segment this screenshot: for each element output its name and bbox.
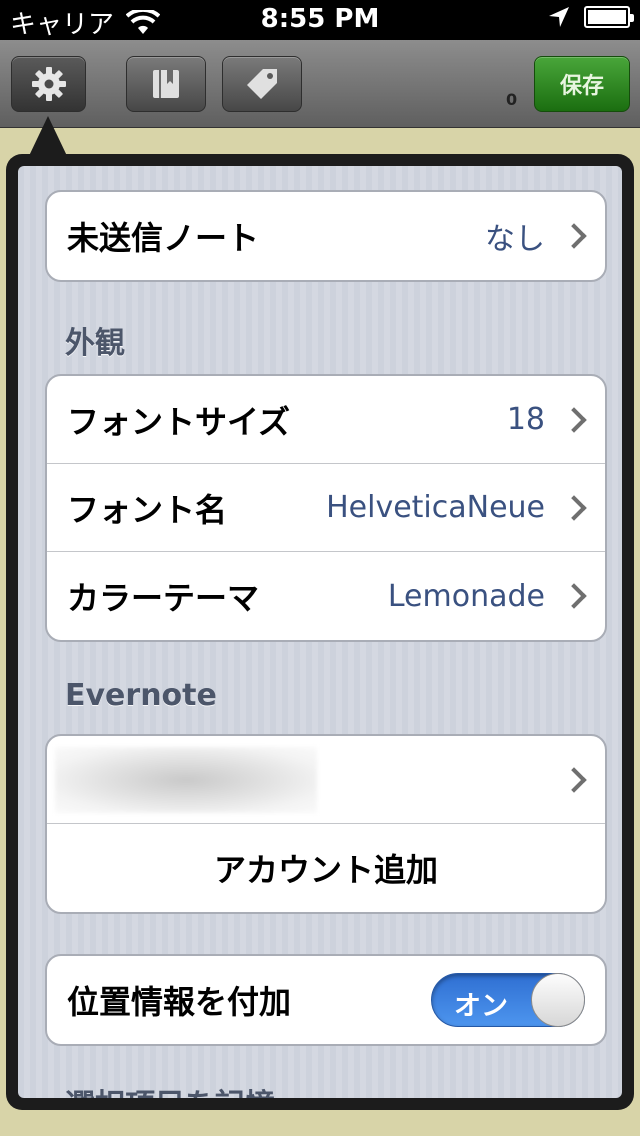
status-bar: キャリア 8:55 PM xyxy=(0,0,640,40)
tag-icon xyxy=(247,69,277,99)
appearance-group: フォントサイズ 18 フォント名 HelveticaNeue カラーテーマ Le… xyxy=(45,374,607,642)
note-count: 0 xyxy=(506,90,518,109)
chevron-right-icon xyxy=(565,494,585,522)
unsent-notes-value: なし xyxy=(485,222,545,257)
unsent-group: 未送信ノート なし xyxy=(45,190,607,282)
chevron-right-icon xyxy=(565,582,585,610)
font-name-row[interactable]: フォント名 HelveticaNeue xyxy=(47,464,605,552)
status-time: 8:55 PM xyxy=(260,4,380,34)
unsent-notes-row[interactable]: 未送信ノート なし xyxy=(47,192,605,280)
location-group: 位置情報を付加 オン xyxy=(45,954,607,1046)
unsent-notes-label: 未送信ノート xyxy=(67,219,260,257)
font-size-label: フォントサイズ xyxy=(67,402,291,441)
account-name-redacted xyxy=(55,746,317,813)
location-row: 位置情報を付加 オン xyxy=(47,956,605,1044)
font-name-label: フォント名 xyxy=(67,490,228,529)
toggle-on-text: オン xyxy=(454,991,508,1022)
location-label: 位置情報を付加 xyxy=(67,983,292,1021)
font-size-value: 18 xyxy=(506,402,545,437)
status-right xyxy=(548,6,634,28)
notebook-button[interactable] xyxy=(126,56,206,112)
color-theme-label: カラーテーマ xyxy=(67,579,260,617)
tag-button[interactable] xyxy=(222,56,302,112)
remember-selection-header: 選択項目を記憶 xyxy=(65,1080,275,1098)
chevron-right-icon xyxy=(565,222,585,250)
chevron-right-icon xyxy=(565,406,585,434)
toolbar: 保存 xyxy=(0,40,640,128)
battery-icon xyxy=(584,6,634,28)
popover-arrow xyxy=(28,116,68,158)
evernote-header: Evernote xyxy=(65,678,217,713)
color-theme-value: Lemonade xyxy=(387,578,545,614)
font-size-row[interactable]: フォントサイズ 18 xyxy=(47,376,605,464)
toggle-knob xyxy=(531,973,585,1027)
book-icon xyxy=(153,70,179,98)
settings-panel: 未送信ノート なし 外観 フォントサイズ 18 フォント名 HelveticaN… xyxy=(18,166,622,1098)
evernote-group: アカウント追加 xyxy=(45,734,607,914)
settings-button[interactable] xyxy=(11,56,86,112)
location-arrow-icon xyxy=(549,7,569,27)
gear-icon xyxy=(31,67,66,101)
account-row[interactable] xyxy=(47,736,605,824)
font-name-value: HelveticaNeue xyxy=(326,490,545,525)
location-toggle[interactable]: オン xyxy=(431,973,585,1027)
save-button[interactable]: 保存 xyxy=(534,56,630,112)
chevron-right-icon xyxy=(565,766,585,794)
color-theme-row[interactable]: カラーテーマ Lemonade xyxy=(47,552,605,640)
settings-popover: 未送信ノート なし 外観 フォントサイズ 18 フォント名 HelveticaN… xyxy=(6,154,634,1110)
appearance-header: 外観 xyxy=(65,326,125,361)
add-account-row[interactable]: アカウント追加 xyxy=(47,824,605,912)
add-account-label: アカウント追加 xyxy=(213,851,438,889)
